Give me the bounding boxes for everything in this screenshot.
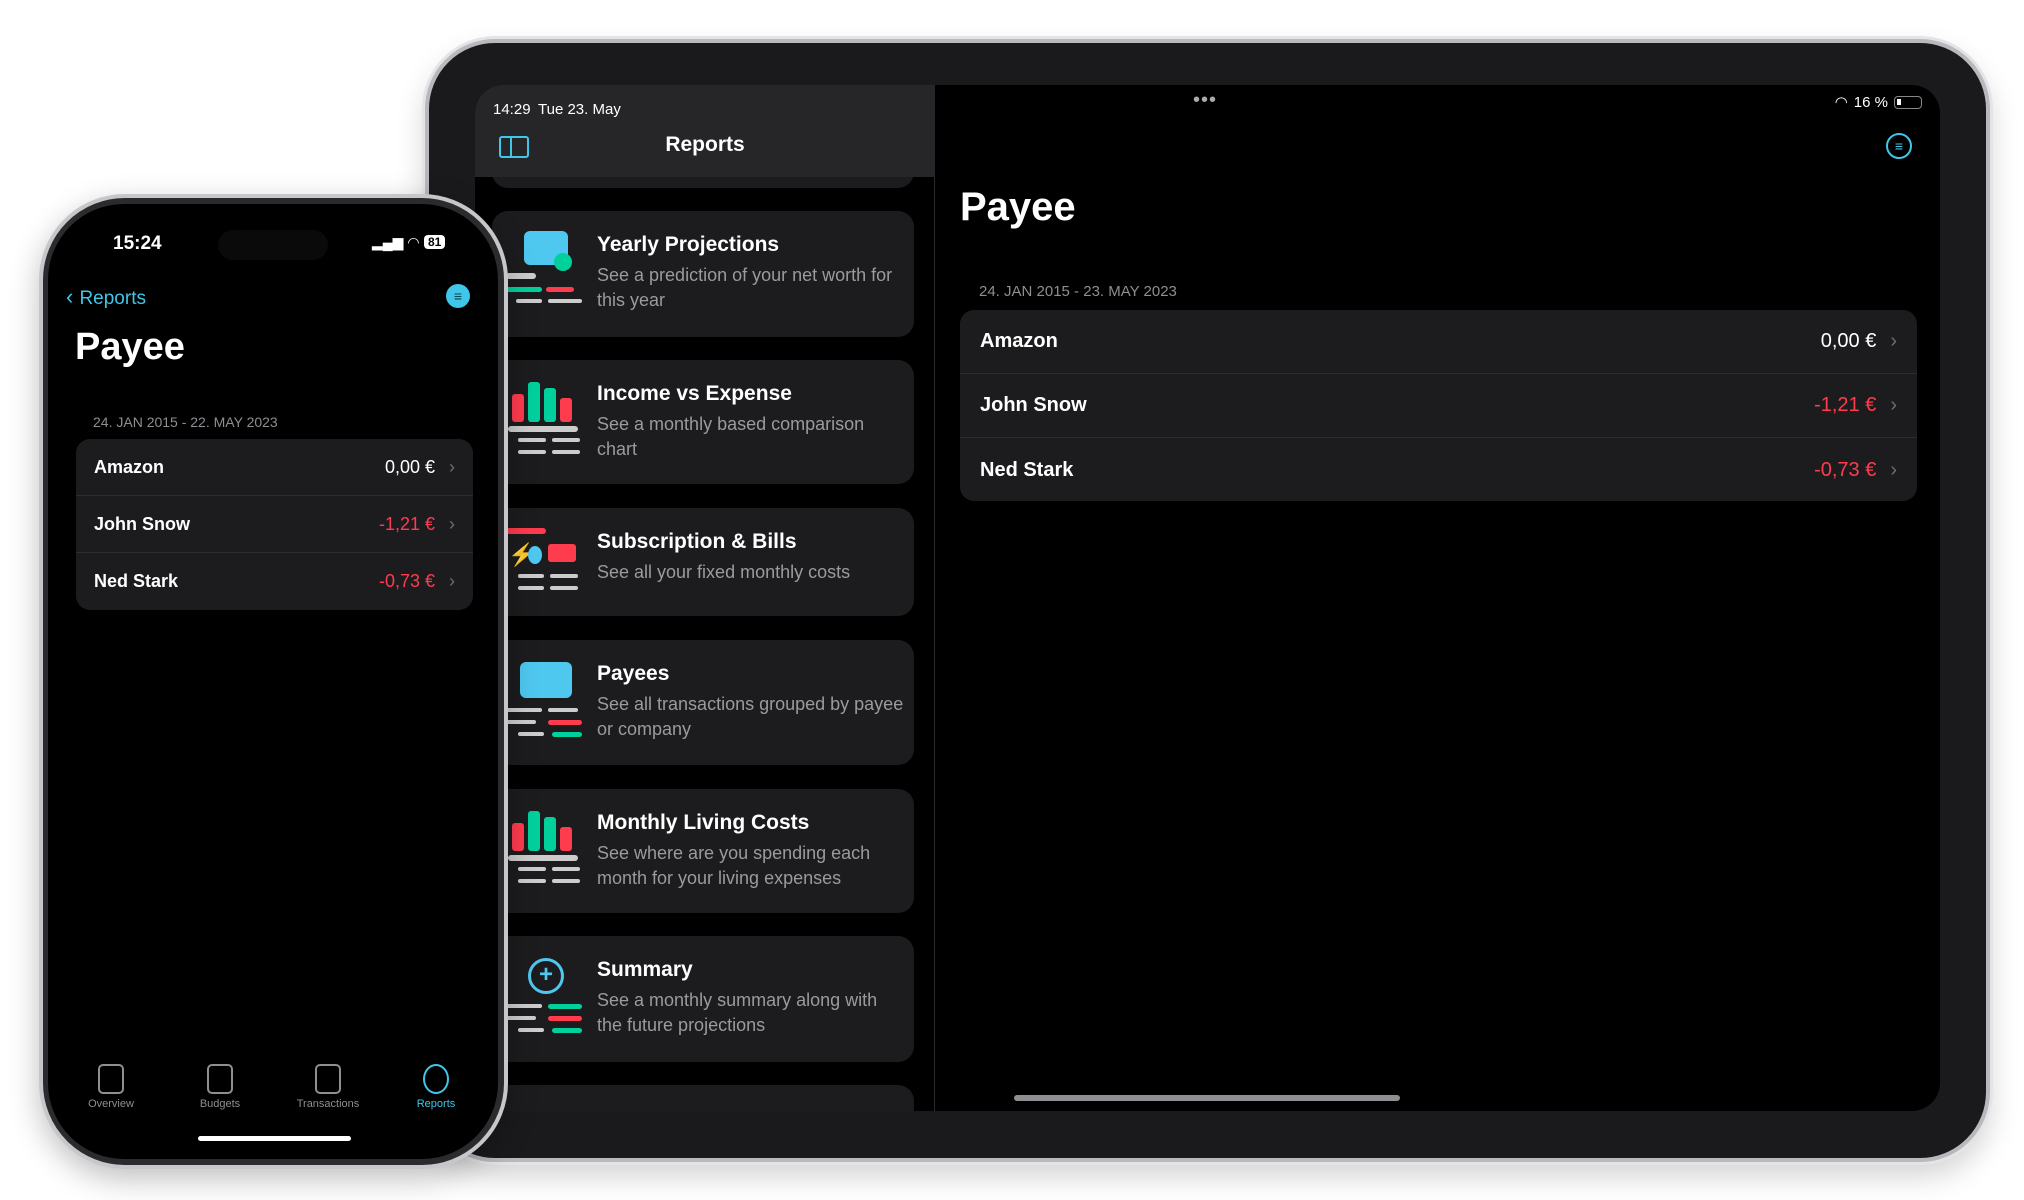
payee-card-icon xyxy=(506,660,586,740)
date-range: 24. JAN 2015 - 22. MAY 2023 xyxy=(93,414,278,430)
payee-row[interactable]: Ned Stark -0,73 € › xyxy=(960,438,1917,501)
chevron-right-icon: › xyxy=(449,513,455,534)
dynamic-island xyxy=(218,230,328,260)
payee-amount: -1,21 € xyxy=(378,513,435,534)
report-card[interactable]: Income vs Expense See a monthly based co… xyxy=(492,360,914,484)
chevron-right-icon: › xyxy=(1890,330,1897,352)
payee-name: John Snow xyxy=(980,394,1087,416)
page-title: Payee xyxy=(960,185,1076,229)
report-card-description: See all your fixed monthly costs xyxy=(597,562,851,582)
plus-circle-icon: + xyxy=(506,956,586,1036)
chevron-right-icon: › xyxy=(449,456,455,477)
back-label: Reports xyxy=(79,288,146,309)
report-card[interactable]: ⚡ Subscription & Bills See all your fixe… xyxy=(492,508,914,616)
report-card[interactable]: Monthly Living Costs See where are you s… xyxy=(492,789,914,913)
payee-name: John Snow xyxy=(94,513,190,534)
bar-chart-icon xyxy=(506,809,586,889)
payee-amount: 0,00 € xyxy=(1820,330,1877,352)
battery-icon: 81 xyxy=(424,235,446,249)
filter-icon[interactable]: ≡ xyxy=(1886,133,1912,159)
payee-list: Amazon 0,00 € › John Snow -1,21 € › Ned … xyxy=(76,439,473,610)
payee-amount: 0,00 € xyxy=(384,456,435,477)
tab-label: Reports xyxy=(416,1098,456,1110)
payee-row[interactable]: John Snow -1,21 € › xyxy=(960,374,1917,438)
multitask-dots-icon[interactable]: ••• xyxy=(1193,89,1217,112)
status-time: 15:24 xyxy=(113,233,162,254)
battery-percent: 16 % xyxy=(1853,93,1888,111)
payee-row[interactable]: Ned Stark -0,73 € › xyxy=(76,553,473,610)
tab-label: Overview xyxy=(88,1098,134,1110)
report-card-title: Yearly Projections xyxy=(597,233,780,256)
report-card-title: Income vs Expense xyxy=(597,382,792,405)
payee-row[interactable]: John Snow -1,21 € › xyxy=(76,496,473,553)
transactions-list-icon xyxy=(315,1064,341,1094)
piggy-bank-icon xyxy=(207,1064,233,1094)
status-date: Tue 23. May xyxy=(538,101,621,118)
payee-amount: -0,73 € xyxy=(378,571,435,591)
tab-transactions[interactable]: Transactions xyxy=(278,1064,378,1110)
chevron-left-icon: ‹ xyxy=(66,284,80,309)
filter-icon[interactable]: ≡ xyxy=(446,284,470,308)
chevron-right-icon: › xyxy=(1890,458,1897,481)
sidebar-header: 14:29 Tue 23. May Reports xyxy=(475,85,935,177)
tab-overview[interactable]: Overview xyxy=(61,1064,161,1110)
tab-budgets[interactable]: Budgets xyxy=(170,1064,270,1110)
chevron-right-icon: › xyxy=(1890,394,1897,416)
overview-icon xyxy=(98,1064,124,1094)
chevron-right-icon: › xyxy=(449,571,455,591)
report-card-title: Payees xyxy=(597,662,670,685)
calendar-clock-icon xyxy=(506,231,586,311)
bills-icon: ⚡ xyxy=(506,528,586,608)
report-card-description: See all transactions grouped by payee or… xyxy=(597,694,904,739)
payee-name: Ned Stark xyxy=(94,571,179,591)
report-card-description: See a monthly based comparison chart xyxy=(597,414,865,459)
date-range: 24. JAN 2015 - 23. MAY 2023 xyxy=(979,283,1177,300)
payee-name: Ned Stark xyxy=(980,458,1074,481)
payee-row[interactable]: Amazon 0,00 € › xyxy=(76,439,473,496)
payee-amount: -0,73 € xyxy=(1814,458,1877,481)
report-card-description: See a prediction of your net worth for t… xyxy=(597,265,893,310)
wifi-icon: ◠ xyxy=(1834,94,1848,111)
report-card[interactable]: Yearly Projections See a prediction of y… xyxy=(492,211,914,337)
report-card-description: See a monthly summary along with the fut… xyxy=(597,990,878,1035)
ipad-screen: Yearly Projections See a prediction of y… xyxy=(475,85,1940,1111)
home-indicator xyxy=(1014,1095,1400,1101)
tab-label: Transactions xyxy=(296,1098,360,1110)
pie-chart-icon xyxy=(423,1064,449,1094)
payee-name: Amazon xyxy=(94,456,165,477)
report-card[interactable]: Payees See all transactions grouped by p… xyxy=(492,640,914,765)
payee-row[interactable]: Amazon 0,00 € › xyxy=(960,310,1917,374)
report-card-title: Subscription & Bills xyxy=(597,530,797,553)
home-indicator xyxy=(198,1136,351,1141)
tab-label: Budgets xyxy=(199,1098,241,1110)
payee-amount: -1,21 € xyxy=(1814,394,1877,416)
status-time: 14:29 xyxy=(493,101,531,118)
iphone-screen: 15:24 ▂▄▆ ◠ 81 ‹ Reports ≡ Payee 24. JAN… xyxy=(48,204,498,1159)
report-card-title: Summary xyxy=(597,958,693,981)
battery-icon xyxy=(1894,95,1922,109)
signal-wifi-icon: ▂▄▆ ◠ xyxy=(372,234,420,250)
back-button[interactable]: ‹ Reports xyxy=(66,284,146,310)
reports-sidebar: Yearly Projections See a prediction of y… xyxy=(475,85,935,1111)
report-card-description: See where are you spending each month fo… xyxy=(597,843,871,888)
report-card-title: Monthly Living Costs xyxy=(597,811,810,834)
sidebar-title: Reports xyxy=(665,133,745,156)
partial-card[interactable] xyxy=(492,1085,914,1111)
status-right: ◠ 16 % xyxy=(1835,93,1922,111)
payee-list: Amazon 0,00 € › John Snow -1,21 € › Ned … xyxy=(960,310,1917,501)
tab-reports[interactable]: Reports xyxy=(386,1064,486,1110)
page-title: Payee xyxy=(75,326,185,368)
bar-chart-icon xyxy=(506,380,586,460)
report-card[interactable]: + Summary See a monthly summary along wi… xyxy=(492,936,914,1062)
payee-name: Amazon xyxy=(980,330,1058,352)
